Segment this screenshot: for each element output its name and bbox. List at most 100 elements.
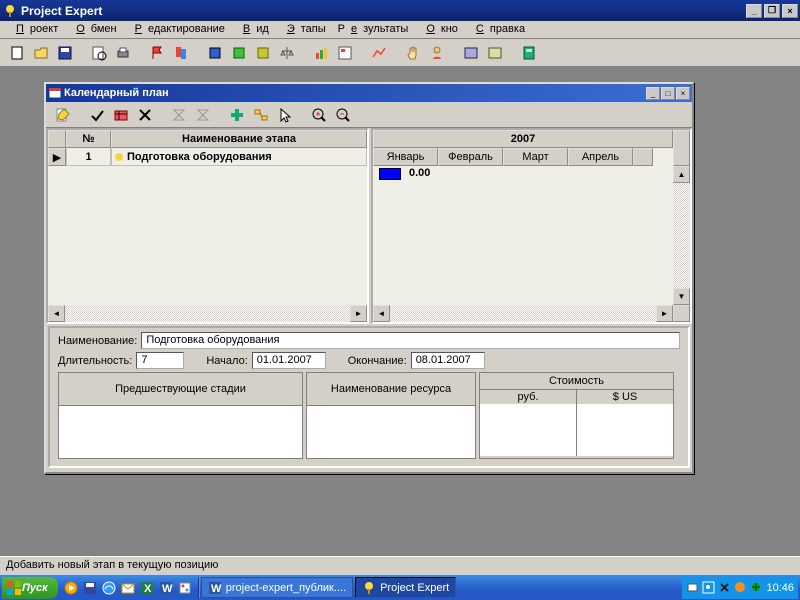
add-icon[interactable] bbox=[226, 104, 248, 126]
menu-exchange[interactable]: Обмен bbox=[64, 21, 122, 38]
vscroll-track[interactable] bbox=[673, 183, 690, 288]
prev-stages-table[interactable]: Предшествующие стадии bbox=[58, 372, 303, 459]
child-maximize-button[interactable]: □ bbox=[661, 87, 675, 100]
v-scroll[interactable]: ▲ ▼ bbox=[673, 166, 690, 305]
bar-chart-icon[interactable] bbox=[310, 42, 332, 64]
resource-body[interactable] bbox=[307, 406, 475, 458]
start-button[interactable]: Пуск bbox=[2, 577, 58, 599]
duration-field[interactable]: 7 bbox=[136, 352, 184, 369]
flags-icon[interactable] bbox=[170, 42, 192, 64]
tray-time[interactable]: 10:46 bbox=[766, 582, 794, 594]
prev-stages-body[interactable] bbox=[59, 406, 302, 458]
timeline-body[interactable]: 0.00 ▲ ▼ bbox=[373, 166, 690, 305]
zoom-out-icon[interactable] bbox=[332, 104, 354, 126]
year-header[interactable]: 2007 bbox=[373, 130, 673, 148]
menu-window[interactable]: Окно bbox=[414, 21, 464, 38]
scroll-left-button[interactable]: ◄ bbox=[373, 305, 390, 322]
menu-project[interactable]: Проект bbox=[4, 21, 64, 38]
stage-grid: № Наименование этапа ▶ 1 Подготовка обор… bbox=[46, 128, 369, 324]
save-icon[interactable] bbox=[54, 42, 76, 64]
close-button[interactable]: × bbox=[782, 4, 798, 18]
open-icon[interactable] bbox=[30, 42, 52, 64]
gantt-bar[interactable] bbox=[379, 168, 401, 180]
preview-icon[interactable] bbox=[88, 42, 110, 64]
end-field[interactable]: 08.01.2007 bbox=[411, 352, 485, 369]
menu-edit[interactable]: Редактирование bbox=[123, 21, 231, 38]
col-num-header[interactable]: № bbox=[66, 130, 111, 148]
task-word[interactable]: W project-expert_публик.... bbox=[201, 577, 353, 598]
ql-media-icon[interactable] bbox=[62, 579, 80, 597]
hand-icon[interactable] bbox=[402, 42, 424, 64]
name-field[interactable]: Подготовка оборудования bbox=[141, 332, 680, 349]
start-field[interactable]: 01.01.2007 bbox=[252, 352, 326, 369]
sum2-icon[interactable] bbox=[192, 104, 214, 126]
report-icon[interactable] bbox=[334, 42, 356, 64]
row-marker: ▶ bbox=[48, 148, 66, 166]
zoom-in-icon[interactable] bbox=[308, 104, 330, 126]
restore-button[interactable]: ❐ bbox=[764, 4, 780, 18]
ql-paint-icon[interactable] bbox=[176, 579, 194, 597]
task-project-expert[interactable]: Project Expert bbox=[355, 577, 456, 598]
resource-table[interactable]: Наименование ресурса bbox=[306, 372, 476, 459]
minimize-button[interactable]: _ bbox=[746, 4, 762, 18]
link-icon[interactable] bbox=[250, 104, 272, 126]
menu-stages[interactable]: Этапы bbox=[275, 21, 332, 38]
month-cell-partial[interactable] bbox=[633, 148, 653, 166]
grid-icon[interactable] bbox=[110, 104, 132, 126]
child-close-button[interactable]: × bbox=[676, 87, 690, 100]
cost-table[interactable]: Стоимость руб. $ US bbox=[479, 372, 674, 459]
h-scroll-left[interactable]: ◄ ► bbox=[48, 305, 367, 322]
menu-results[interactable]: Результаты bbox=[332, 21, 415, 38]
cancel-icon[interactable] bbox=[134, 104, 156, 126]
new-icon[interactable] bbox=[6, 42, 28, 64]
check-icon[interactable] bbox=[86, 104, 108, 126]
month-cell[interactable]: Февраль bbox=[438, 148, 503, 166]
tray-icon[interactable] bbox=[750, 581, 763, 594]
flag-icon[interactable] bbox=[146, 42, 168, 64]
table-row[interactable]: ▶ 1 Подготовка оборудования bbox=[48, 148, 367, 166]
edit-icon[interactable] bbox=[52, 104, 74, 126]
ql-outlook-icon[interactable] bbox=[119, 579, 137, 597]
line-chart-icon[interactable] bbox=[368, 42, 390, 64]
month-cell[interactable]: Январь bbox=[373, 148, 438, 166]
calc-icon[interactable] bbox=[518, 42, 540, 64]
child-titlebar[interactable]: Календарный план _ □ × bbox=[46, 84, 692, 102]
menu-view[interactable]: Вид bbox=[231, 21, 275, 38]
tray-icon[interactable] bbox=[718, 581, 731, 594]
tray-icon[interactable] bbox=[734, 581, 747, 594]
scroll-track[interactable] bbox=[390, 305, 656, 322]
scroll-up-button[interactable]: ▲ bbox=[673, 166, 690, 183]
ql-excel-icon[interactable]: X bbox=[138, 579, 156, 597]
tray-icon[interactable] bbox=[702, 581, 715, 594]
system-tray[interactable]: 10:46 bbox=[682, 577, 798, 599]
scroll-right-button[interactable]: ► bbox=[656, 305, 673, 322]
cube1-icon[interactable] bbox=[204, 42, 226, 64]
col-name-header[interactable]: Наименование этапа bbox=[111, 130, 367, 148]
grid-body[interactable] bbox=[48, 166, 367, 305]
menu-help[interactable]: Справка bbox=[464, 21, 531, 38]
pointer-icon[interactable] bbox=[274, 104, 296, 126]
h-scroll-right[interactable]: ◄ ► bbox=[373, 305, 690, 322]
scroll-left-button[interactable]: ◄ bbox=[48, 305, 65, 322]
month-cell[interactable]: Март bbox=[503, 148, 568, 166]
scroll-right-button[interactable]: ► bbox=[350, 305, 367, 322]
print-icon[interactable] bbox=[112, 42, 134, 64]
scroll-track[interactable] bbox=[65, 305, 350, 322]
cost-rub-header: руб. bbox=[480, 390, 577, 404]
ql-save-icon[interactable] bbox=[81, 579, 99, 597]
task-label: Project Expert bbox=[380, 582, 449, 594]
person-icon[interactable] bbox=[426, 42, 448, 64]
month-cell[interactable]: Апрель bbox=[568, 148, 633, 166]
cube3-icon[interactable] bbox=[252, 42, 274, 64]
window1-icon[interactable] bbox=[460, 42, 482, 64]
cube2-icon[interactable] bbox=[228, 42, 250, 64]
ql-ie-icon[interactable] bbox=[100, 579, 118, 597]
balance-icon[interactable] bbox=[276, 42, 298, 64]
scroll-down-button[interactable]: ▼ bbox=[673, 288, 690, 305]
window2-icon[interactable] bbox=[484, 42, 506, 64]
ql-word-icon[interactable]: W bbox=[157, 579, 175, 597]
tray-icon[interactable] bbox=[686, 581, 699, 594]
child-minimize-button[interactable]: _ bbox=[646, 87, 660, 100]
sum1-icon[interactable] bbox=[168, 104, 190, 126]
cost-body[interactable] bbox=[480, 404, 673, 456]
